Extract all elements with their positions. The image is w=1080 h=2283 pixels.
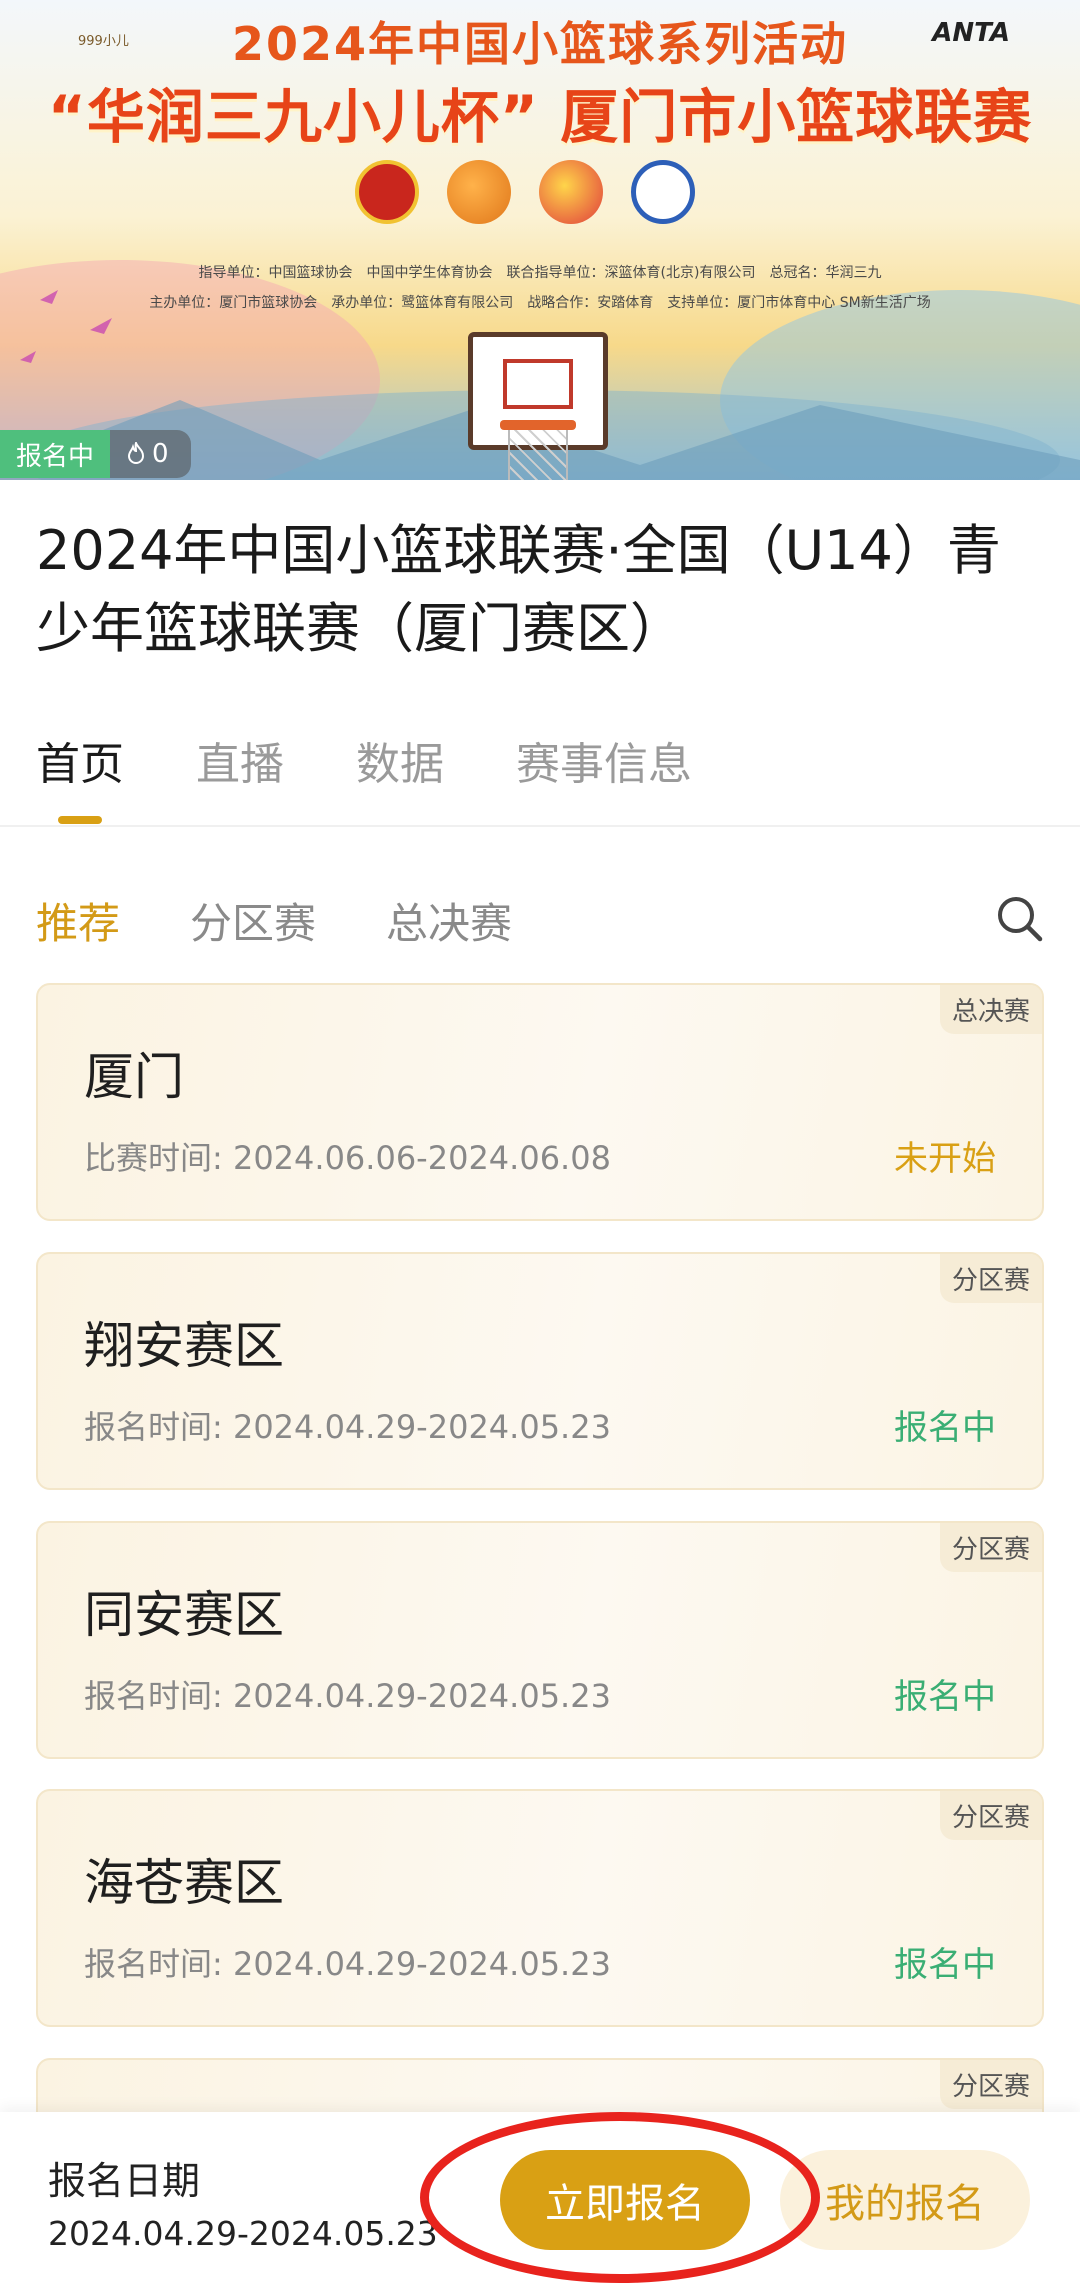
card-name: 海苍赛区 xyxy=(84,1854,284,1912)
subtab-division[interactable]: 分区赛 xyxy=(190,890,316,951)
registration-date-range: 2024.04.29-2024.05.23 xyxy=(48,2214,438,2253)
card-type-tag: 分区赛 xyxy=(939,2060,1042,2109)
card-time: 报名时间: 2024.04.29-2024.05.23 xyxy=(84,1408,611,1446)
card-name: 厦门 xyxy=(84,1048,184,1106)
card-status: 报名中 xyxy=(894,1677,996,1717)
event-title: 2024年中国小篮球联赛·全国（U14）青少年篮球联赛（厦门赛区） xyxy=(36,519,1001,660)
card-status: 报名中 xyxy=(894,1945,996,1985)
popularity-counter: 0 xyxy=(110,430,191,478)
hoop-rim xyxy=(500,420,576,430)
registration-date-label: 报名日期 xyxy=(48,2159,201,2203)
card-name: 翔安赛区 xyxy=(84,1317,284,1375)
card-type-tag: 总决赛 xyxy=(939,985,1042,1034)
hoop-net xyxy=(508,430,568,480)
banner-title-line1: 2024年中国小篮球系列活动 xyxy=(231,17,849,71)
bottom-action-bar: 报名日期 2024.04.29-2024.05.23 我的报名 立即报名 xyxy=(0,2112,1080,2283)
competition-card-xiamen[interactable]: 总决赛 厦门 比赛时间: 2024.06.06-2024.06.08 未开始 xyxy=(36,983,1044,1221)
card-time: 比赛时间: 2024.06.06-2024.06.08 xyxy=(84,1139,611,1177)
competition-card-tongan[interactable]: 分区赛 同安赛区 报名时间: 2024.04.29-2024.05.23 报名中 xyxy=(36,1521,1044,1759)
competition-card-xiangan[interactable]: 分区赛 翔安赛区 报名时间: 2024.04.29-2024.05.23 报名中 xyxy=(36,1252,1044,1490)
card-time: 报名时间: 2024.04.29-2024.05.23 xyxy=(84,1945,611,1983)
event-status-pill: 报名中 0 xyxy=(0,430,191,478)
card-status: 报名中 xyxy=(894,1408,996,1448)
sm-logo xyxy=(631,160,695,224)
banner-sponsors-line2: 主办单位：厦门市篮球协会 承办单位：鹭篮体育有限公司 战略合作：安踏体育 支持单… xyxy=(149,295,931,311)
popularity-count: 0 xyxy=(152,439,169,469)
card-type-tag: 分区赛 xyxy=(939,1791,1042,1840)
event-banner: 999小儿 ANTA 2024年中国小篮球系列活动 “华润三九小儿杯” 厦门市小… xyxy=(0,0,1080,480)
association-logo xyxy=(355,160,419,224)
card-type-tag: 分区赛 xyxy=(939,1254,1042,1303)
tabs-divider xyxy=(0,825,1080,827)
competition-card-haicang[interactable]: 分区赛 海苍赛区 报名时间: 2024.04.29-2024.05.23 报名中 xyxy=(36,1789,1044,2027)
search-icon[interactable] xyxy=(994,893,1044,943)
banner-title-line2: “华润三九小儿杯” 厦门市小篮球联赛 xyxy=(47,83,1033,151)
card-status: 未开始 xyxy=(894,1139,996,1179)
tab-data[interactable]: 数据 xyxy=(356,728,444,792)
club-logo xyxy=(539,160,603,224)
subtab-recommended[interactable]: 推荐 xyxy=(36,890,120,951)
card-type-tag: 分区赛 xyxy=(939,1523,1042,1572)
highlight-annotation-ring xyxy=(420,2112,820,2283)
banner-sponsors-line1: 指导单位：中国篮球协会 中国中学生体育协会 联合指导单位：深篮体育(北京)有限公… xyxy=(198,265,882,281)
tab-home[interactable]: 首页 xyxy=(36,728,124,792)
organizer-logos xyxy=(355,160,695,224)
fire-icon xyxy=(128,442,145,464)
card-name: 同安赛区 xyxy=(84,1586,284,1644)
card-time: 报名时间: 2024.04.29-2024.05.23 xyxy=(84,1677,611,1715)
tab-live[interactable]: 直播 xyxy=(196,728,284,792)
sub-tab-bar: 推荐 分区赛 总决赛 xyxy=(36,890,512,951)
subtab-finals[interactable]: 总决赛 xyxy=(386,890,512,951)
active-tab-indicator xyxy=(58,816,102,824)
main-tab-bar: 首页 直播 数据 赛事信息 xyxy=(36,728,692,792)
registration-status-badge: 报名中 xyxy=(0,430,111,478)
tab-event-info[interactable]: 赛事信息 xyxy=(516,728,692,792)
basketball-logo xyxy=(447,160,511,224)
